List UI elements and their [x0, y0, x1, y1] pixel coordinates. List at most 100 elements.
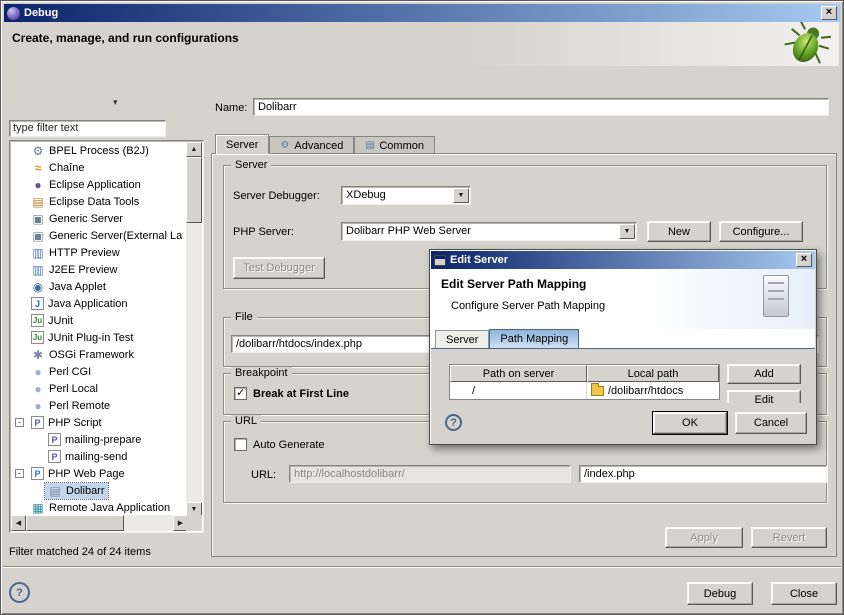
tree-item-label: JUnit Plug-in Test — [48, 332, 133, 344]
tree-item-body[interactable]: ≈ Chaîne — [28, 160, 87, 176]
help-button[interactable]: ? — [9, 582, 30, 603]
tree-item-body[interactable]: ◉ Java Applet — [28, 279, 109, 295]
scrollbar-corner — [186, 515, 202, 531]
tree-item-body[interactable]: ⚙ BPEL Process (B2J) — [28, 143, 152, 159]
new-server-button[interactable]: New — [647, 221, 711, 242]
php-script-icon: P — [31, 416, 44, 429]
tree-item-label: HTTP Preview — [49, 247, 120, 259]
tree-item-body[interactable]: Ju JUnit Plug-in Test — [28, 330, 136, 345]
name-input[interactable]: Dolibarr — [253, 98, 829, 116]
tree-item-body[interactable]: P PHP Web Page — [28, 466, 128, 481]
tree-item[interactable]: ● Perl CGI — [11, 363, 188, 380]
tree-item[interactable]: ● Perl Remote — [11, 397, 188, 414]
dialog-header: Edit Server Path Mapping Configure Serve… — [431, 269, 815, 329]
tree-item[interactable]: P mailing-prepare — [11, 431, 188, 448]
perl-cgi-icon: ● — [31, 365, 45, 379]
apply-button: Apply — [665, 527, 743, 548]
tree-item[interactable]: ⚙ BPEL Process (B2J) — [11, 142, 188, 159]
tree-item-body[interactable]: P mailing-prepare — [45, 432, 144, 447]
tree-item[interactable]: ▣ Generic Server — [11, 210, 188, 227]
tree-item-body[interactable]: ● Perl Remote — [28, 398, 113, 414]
combo-dropdown-icon[interactable] — [453, 188, 469, 203]
tree-item[interactable]: ● Perl Local — [11, 380, 188, 397]
filter-input[interactable]: type filter text — [9, 120, 166, 137]
debug-button[interactable]: Debug — [687, 582, 753, 605]
twisty-collapse-icon[interactable]: - — [15, 469, 24, 478]
dialog-tab-server[interactable]: Server — [435, 330, 489, 348]
dialog-close-button[interactable]: × — [796, 253, 812, 267]
combo-dropdown-icon[interactable] — [619, 224, 635, 239]
break-first-line-label[interactable]: Break at First Line — [253, 388, 349, 400]
window-titlebar[interactable]: Debug × — [4, 4, 840, 22]
tree-item[interactable]: Ju JUnit — [11, 312, 188, 329]
filter-menu-arrow-icon[interactable]: ▾ — [113, 97, 118, 108]
tree-item[interactable]: ✱ OSGi Framework — [11, 346, 188, 363]
tree-item-body[interactable]: ▣ Generic Server — [28, 211, 126, 227]
tab-common[interactable]: ▤ Common — [354, 136, 435, 154]
tree-horizontal-scrollbar[interactable]: ◀ ▶ — [11, 515, 188, 531]
local-path-text: /dolibarr/htdocs — [608, 385, 683, 397]
auto-generate-checkbox[interactable] — [234, 438, 247, 451]
tree-item-body[interactable]: P PHP Script — [28, 415, 105, 430]
auto-generate-label[interactable]: Auto Generate — [253, 439, 325, 451]
scroll-left-icon[interactable]: ◀ — [11, 515, 26, 531]
tree-item-body[interactable]: ▥ HTTP Preview — [28, 245, 123, 261]
php-server-combo[interactable]: Dolibarr PHP Web Server — [341, 222, 637, 241]
tree-item[interactable]: P mailing-send — [11, 448, 188, 465]
tree-item-body[interactable]: ▤ Dolibarr — [45, 483, 108, 499]
dialog-tab-path-mapping[interactable]: Path Mapping — [489, 329, 579, 348]
tree-item-body[interactable]: ✱ OSGi Framework — [28, 347, 137, 363]
configure-server-button[interactable]: Configure... — [719, 221, 803, 242]
bpel-process-icon: ⚙ — [31, 144, 45, 158]
table-row[interactable]: / /dolibarr/htdocs — [450, 382, 719, 399]
scroll-up-icon[interactable]: ▲ — [186, 142, 202, 157]
tree-item[interactable]: J Java Application — [11, 295, 188, 312]
tree-item-label: Java Applet — [49, 281, 106, 293]
tree-item-body[interactable]: ● Perl Local — [28, 381, 101, 397]
tree-item[interactable]: ▥ HTTP Preview — [11, 244, 188, 261]
tree-item-body[interactable]: ▤ Eclipse Data Tools — [28, 194, 142, 210]
path-mapping-panel: Path on server Local path / /dolibarr/ht… — [431, 350, 815, 406]
tree-item-body[interactable]: ▦ Remote Java Application — [28, 500, 173, 516]
cancel-button[interactable]: Cancel — [735, 412, 807, 434]
tree-item[interactable]: ▤ Dolibarr — [11, 482, 188, 499]
close-button[interactable]: Close — [771, 582, 837, 605]
tree-item[interactable]: Ju JUnit Plug-in Test — [11, 329, 188, 346]
tree-item-body[interactable]: Ju JUnit — [28, 313, 76, 328]
tree-item[interactable]: ≈ Chaîne — [11, 159, 188, 176]
tree-item[interactable]: ▣ Generic Server(External La — [11, 227, 188, 244]
vertical-scroll-thumb[interactable] — [186, 157, 202, 223]
edit-server-dialog: Edit Server × Edit Server Path Mapping C… — [429, 249, 817, 445]
ok-button[interactable]: OK — [653, 412, 727, 434]
tree-vertical-scrollbar[interactable]: ▲ ▼ — [186, 142, 202, 517]
tab-server[interactable]: Server — [215, 134, 269, 154]
add-mapping-button[interactable]: Add — [727, 364, 801, 384]
window-close-button[interactable]: × — [821, 6, 837, 20]
tree-item[interactable]: ● Eclipse Application — [11, 176, 188, 193]
tree-item[interactable]: ▤ Eclipse Data Tools — [11, 193, 188, 210]
dialog-titlebar[interactable]: Edit Server × — [431, 251, 815, 269]
tree-item-body[interactable]: ▥ J2EE Preview — [28, 262, 120, 278]
url-base-input: http://localhostdolibarr/ — [289, 465, 571, 483]
tab-advanced[interactable]: ⚙ Advanced — [269, 136, 354, 154]
tree-item-label: Eclipse Data Tools — [49, 196, 139, 208]
tree-item-body[interactable]: ▣ Generic Server(External La — [28, 228, 185, 244]
tree-item-body[interactable]: J Java Application — [28, 296, 131, 311]
tree-item[interactable]: - P PHP Web Page — [11, 465, 188, 482]
tree-item[interactable]: ▥ J2EE Preview — [11, 261, 188, 278]
tree-viewport: ⚙ BPEL Process (B2J) ≈ Chaîne ● Eclipse … — [11, 142, 188, 517]
tree-item-body[interactable]: ● Perl CGI — [28, 364, 94, 380]
twisty-collapse-icon[interactable]: - — [15, 418, 24, 427]
tree-item[interactable]: ◉ Java Applet — [11, 278, 188, 295]
break-first-line-checkbox[interactable] — [234, 387, 247, 400]
tree-item-body[interactable]: P mailing-send — [45, 449, 130, 464]
horizontal-scroll-thumb[interactable] — [26, 515, 124, 531]
config-tabs: Server ⚙ Advanced ▤ Common — [215, 134, 435, 154]
url-path-input[interactable]: /index.php — [579, 465, 827, 483]
tree-item[interactable]: - P PHP Script — [11, 414, 188, 431]
tree-item-body[interactable]: ● Eclipse Application — [28, 177, 144, 193]
tree-item[interactable]: ▦ Remote Java Application — [11, 499, 188, 516]
dialog-help-button[interactable]: ? — [445, 414, 462, 431]
server-debugger-combo[interactable]: XDebug — [341, 186, 471, 205]
table-header-row: Path on server Local path — [450, 365, 719, 382]
